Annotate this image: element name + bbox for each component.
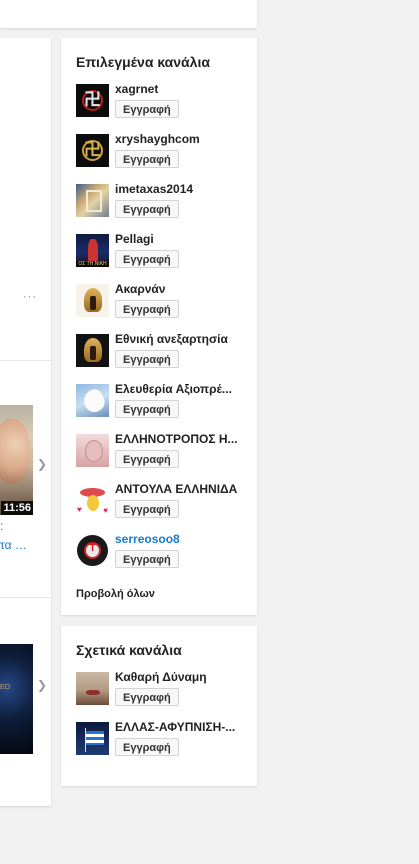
subscribe-button[interactable]: Εγγραφή [115, 450, 179, 468]
video-thumbnail[interactable]: 11:56 [0, 405, 33, 515]
video-thumbnail[interactable]: EO [0, 644, 33, 754]
channel-avatar[interactable]: 卍 [76, 134, 109, 167]
channel-avatar[interactable] [76, 434, 109, 467]
subscribe-button[interactable]: Εγγραφή [115, 250, 179, 268]
video-shelf: ··· 11:56 ❯ : τα … EO ❯ [0, 38, 51, 806]
featured-channels-title: Επιλεγμένα κανάλια [76, 54, 210, 70]
channel-avatar[interactable] [76, 184, 109, 217]
meander-icon: 卍 [84, 90, 101, 109]
video-title-link[interactable]: : [0, 519, 3, 533]
channel-avatar[interactable]: T [76, 534, 109, 567]
channel-avatar[interactable] [76, 384, 109, 417]
channel-item[interactable]: Εθνική ανεξαρτησία Εγγραφή [76, 332, 251, 374]
channel-avatar[interactable] [76, 284, 109, 317]
thumbnail-text: EO [0, 684, 11, 691]
subscribe-button[interactable]: Εγγραφή [115, 400, 179, 418]
subscribe-button[interactable]: Εγγραφή [115, 350, 179, 368]
helmet-icon [84, 338, 102, 362]
channel-name[interactable]: ΕΛΛΗΝΟΤΡΟΠΟΣ Η... [115, 432, 250, 446]
thumbnail-image [0, 419, 30, 483]
subscribe-button[interactable]: Εγγραφή [115, 100, 179, 118]
channel-avatar[interactable] [76, 334, 109, 367]
channel-name[interactable]: Εθνική ανεξαρτησία [115, 332, 250, 346]
channel-item[interactable]: ΕΛΛΗΝΟΤΡΟΠΟΣ Η... Εγγραφή [76, 432, 251, 474]
channel-item[interactable]: Ακαρνάν Εγγραφή [76, 282, 251, 324]
channel-name[interactable]: xryshayghcom [115, 132, 250, 146]
view-all-link[interactable]: Προβολή όλων [76, 588, 155, 600]
channel-item[interactable]: ΕΛΛΑΣ-ΑΦΥΠΝΙΣΗ-... Εγγραφή [76, 720, 251, 762]
more-actions-icon[interactable]: ··· [23, 291, 37, 303]
channel-name[interactable]: imetaxas2014 [115, 182, 250, 196]
subscribe-button[interactable]: Εγγραφή [115, 300, 179, 318]
featured-channels-card: Επιλεγμένα κανάλια 卍 xagrnet Εγγραφή 卍 x… [61, 38, 257, 615]
channel-item[interactable]: 卍 xagrnet Εγγραφή [76, 82, 251, 124]
channel-avatar[interactable]: ♥ ♥ [76, 484, 109, 517]
channel-name[interactable]: ΑΝΤΟΥΛΑ ΕΛΛΗΝΙΔΑ [115, 482, 250, 496]
channel-name[interactable]: Pellagi [115, 232, 250, 246]
related-channels-title: Σχετικά κανάλια [76, 642, 182, 658]
subscribe-button[interactable]: Εγγραφή [115, 738, 179, 756]
helmet-icon [84, 288, 102, 312]
chevron-right-icon[interactable]: ❯ [37, 457, 47, 471]
divider [0, 360, 51, 361]
video-duration: 11:56 [1, 501, 33, 515]
top-card [0, 0, 257, 28]
channel-item[interactable]: Καθαρή Δύναμη Εγγραφή [76, 670, 251, 712]
heart-icon: ♥ [77, 505, 82, 514]
subscribe-button[interactable]: Εγγραφή [115, 200, 179, 218]
chevron-right-icon[interactable]: ❯ [37, 678, 47, 692]
divider [0, 597, 51, 598]
channel-name[interactable]: Ακαρνάν [115, 282, 250, 296]
meander-icon: 卍 [84, 140, 101, 159]
channel-avatar[interactable]: ΟΣ ΤΗ ΝΙΚΗ [76, 234, 109, 267]
channel-avatar[interactable] [76, 722, 109, 755]
channel-name[interactable]: ΕΛΛΑΣ-ΑΦΥΠΝΙΣΗ-... [115, 720, 250, 734]
subscribe-button[interactable]: Εγγραφή [115, 150, 179, 168]
channel-name[interactable]: serreosoo8 [115, 532, 250, 546]
subscribe-button[interactable]: Εγγραφή [115, 550, 179, 568]
channel-avatar[interactable] [76, 672, 109, 705]
channel-item[interactable]: ΟΣ ΤΗ ΝΙΚΗ Pellagi Εγγραφή [76, 232, 251, 274]
channel-item[interactable]: Ελευθερία Αξιοπρέ... Εγγραφή [76, 382, 251, 424]
channel-item[interactable]: ♥ ♥ ΑΝΤΟΥΛΑ ΕΛΛΗΝΙΔΑ Εγγραφή [76, 482, 251, 524]
channel-name[interactable]: Καθαρή Δύναμη [115, 670, 250, 684]
related-channels-card: Σχετικά κανάλια Καθαρή Δύναμη Εγγραφή ΕΛ… [61, 626, 257, 786]
flag-icon [86, 731, 104, 745]
video-title-link-continued[interactable]: τα … [0, 538, 27, 552]
subscribe-button[interactable]: Εγγραφή [115, 500, 179, 518]
channel-avatar[interactable]: 卍 [76, 84, 109, 117]
channel-name[interactable]: Ελευθερία Αξιοπρέ... [115, 382, 250, 396]
channel-name[interactable]: xagrnet [115, 82, 250, 96]
channel-item[interactable]: imetaxas2014 Εγγραφή [76, 182, 251, 224]
channel-item[interactable]: 卍 xryshayghcom Εγγραφή [76, 132, 251, 174]
subscribe-button[interactable]: Εγγραφή [115, 688, 179, 706]
heart-icon: ♥ [103, 506, 108, 515]
channel-item[interactable]: T serreosoo8 Εγγραφή [76, 532, 251, 574]
